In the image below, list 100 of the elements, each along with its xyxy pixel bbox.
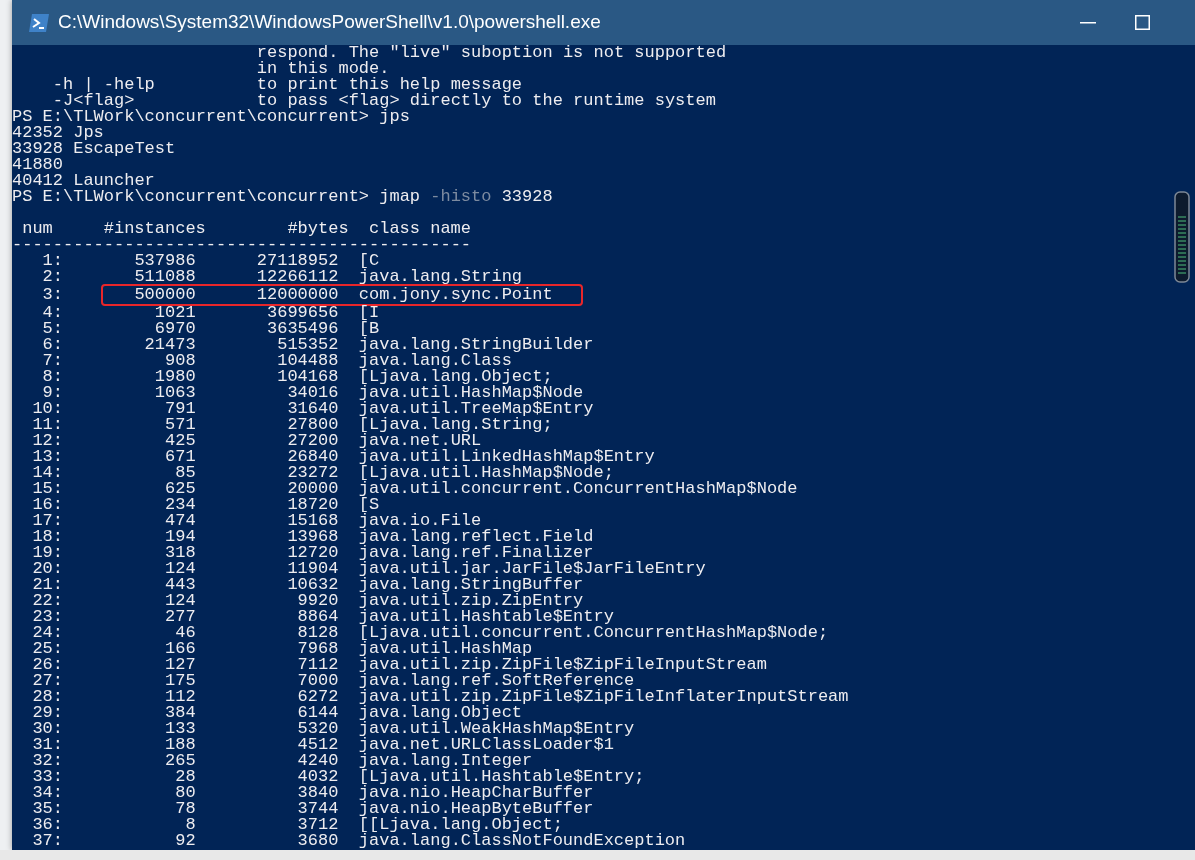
table-cell-text: 3680 <box>296 833 339 849</box>
table-cell-text: 22: <box>31 593 63 609</box>
table-cell-text: 36: <box>31 817 63 833</box>
table-cell-text: 85 <box>174 465 196 481</box>
table-cell-text: 27200 <box>286 433 339 449</box>
dashed-rule: --------------------------------------------- <box>12 235 472 254</box>
table-cell-text: 20: <box>31 561 63 577</box>
table-cell-text: 7000 <box>296 673 339 689</box>
table-cell-text: 8864 <box>296 609 339 625</box>
help-description: in this mode. <box>256 59 390 78</box>
table-cell-text: 537986 <box>133 253 196 269</box>
output-line: 42352 Jps <box>12 123 104 142</box>
table-cell-text: 29: <box>31 705 63 721</box>
command-text: jps <box>379 107 410 126</box>
table-cell-text: 30: <box>31 721 63 737</box>
table-cell-text: 28: <box>31 689 63 705</box>
table-cell: java.util.WeakHashMap$Entry <box>358 719 635 738</box>
table-cell-text: 7112 <box>296 657 339 673</box>
table-cell-text: 32: <box>31 753 63 769</box>
output-line: 40412 Launcher <box>12 171 155 190</box>
table-cell-text: 12720 <box>286 545 339 561</box>
table-cell: java.util.TreeMap$Entry <box>358 399 594 418</box>
table-cell: java.lang.ref.SoftReference <box>358 671 635 690</box>
table-cell-text: 6: <box>41 337 63 353</box>
table-cell: [[Ljava.lang.Object; <box>358 815 563 834</box>
table-cell-text: 3: <box>41 287 63 303</box>
column-header: #bytes <box>286 221 349 237</box>
table-cell-text: 24: <box>31 625 63 641</box>
table-cell: java.util.zip.ZipFile$ZipFileInflaterInputStream <box>358 687 849 706</box>
table-cell: java.lang.ClassNotFoundException <box>358 831 686 850</box>
scrollbar[interactable] <box>1174 191 1192 283</box>
table-cell-text: 12: <box>31 433 63 449</box>
table-cell-text: 166 <box>164 641 196 657</box>
table-cell-text: 5320 <box>296 721 339 737</box>
table-cell-text: 27: <box>31 673 63 689</box>
table-cell-text: 78 <box>174 801 196 817</box>
table-cell: java.nio.HeapCharBuffer <box>358 783 594 802</box>
table-cell: [Ljava.util.concurrent.ConcurrentHashMap$Node; <box>358 623 829 642</box>
table-cell-text: 500000 <box>133 287 196 303</box>
table-cell: java.lang.StringBuffer <box>358 575 584 594</box>
table-cell-text: 277 <box>164 609 196 625</box>
table-cell-text: 1063 <box>153 385 196 401</box>
table-cell: [Ljava.lang.Object; <box>358 367 553 386</box>
table-cell-text: 6144 <box>296 705 339 721</box>
table-cell-text: 6970 <box>153 321 196 337</box>
table-cell-text: 15: <box>31 481 63 497</box>
table-cell-text: 19: <box>31 545 63 561</box>
table-cell-text: 511088 <box>133 269 196 285</box>
table-cell-text: 9: <box>41 385 63 401</box>
table-cell-text: 11904 <box>286 561 339 577</box>
table-cell: java.lang.StringBuilder <box>358 335 594 354</box>
table-cell-text: 104488 <box>276 353 339 369</box>
minimize-icon <box>1080 21 1096 24</box>
table-cell-text: 127 <box>164 657 196 673</box>
table-cell: [Ljava.util.Hashtable$Entry; <box>358 767 645 786</box>
table-cell-text: 26: <box>31 657 63 673</box>
table-cell: java.lang.ref.Finalizer <box>358 543 594 562</box>
prompt-text: PS E:\TLWork\concurrent\concurrent> <box>12 107 370 126</box>
table-cell-text: 9920 <box>296 593 339 609</box>
table-cell-text: 1: <box>41 253 63 269</box>
table-cell-text: 175 <box>164 673 196 689</box>
help-description: to print this help message <box>256 75 523 94</box>
table-cell: java.util.jar.JarFile$JarFileEntry <box>358 559 706 578</box>
table-cell: java.util.zip.ZipFile$ZipFileInputStream <box>358 655 767 674</box>
table-cell-text: 35: <box>31 801 63 817</box>
table-cell-text: 625 <box>164 481 196 497</box>
table-cell-text: 13968 <box>286 529 339 545</box>
table-cell-text: 265 <box>164 753 196 769</box>
table-cell-text: 6272 <box>296 689 339 705</box>
table-cell: java.lang.String <box>358 267 523 286</box>
table-cell-text: 4: <box>41 305 63 321</box>
table-cell-text: 318 <box>164 545 196 561</box>
table-cell-text: 4512 <box>296 737 339 753</box>
table-cell-text: 17: <box>31 513 63 529</box>
table-cell-text: 133 <box>164 721 196 737</box>
table-cell-text: 34016 <box>286 385 339 401</box>
table-cell-text: 104168 <box>276 369 339 385</box>
window-title: C:\Windows\System32\WindowsPowerShell\v1.0\powershell.exe <box>58 10 601 35</box>
maximize-icon <box>1134 15 1150 30</box>
table-cell-text: 1980 <box>153 369 196 385</box>
table-cell-text: 234 <box>164 497 196 513</box>
table-cell-text: 10: <box>31 401 63 417</box>
table-cell-text: 124 <box>164 561 196 577</box>
table-cell-text: 571 <box>164 417 196 433</box>
table-cell-text: 5: <box>41 321 63 337</box>
table-cell-text: 1021 <box>153 305 196 321</box>
table-cell-text: 3699656 <box>266 305 339 321</box>
table-cell: java.nio.HeapByteBuffer <box>358 799 594 818</box>
table-cell: java.util.HashMap <box>358 639 533 658</box>
table-cell-text: 4032 <box>296 769 339 785</box>
table-cell-text: 33: <box>31 769 63 785</box>
table-cell: [S <box>358 495 380 514</box>
table-cell-text: 8: <box>41 369 63 385</box>
table-cell-text: 2: <box>41 269 63 285</box>
table-cell-text: 12266112 <box>255 269 339 285</box>
help-description: to pass <flag> directly to the runtime system <box>256 91 716 110</box>
table-cell-text: 3744 <box>296 801 339 817</box>
table-cell-text: 515352 <box>276 337 339 353</box>
table-cell-text: 23: <box>31 609 63 625</box>
table-cell-text: 27800 <box>286 417 339 433</box>
